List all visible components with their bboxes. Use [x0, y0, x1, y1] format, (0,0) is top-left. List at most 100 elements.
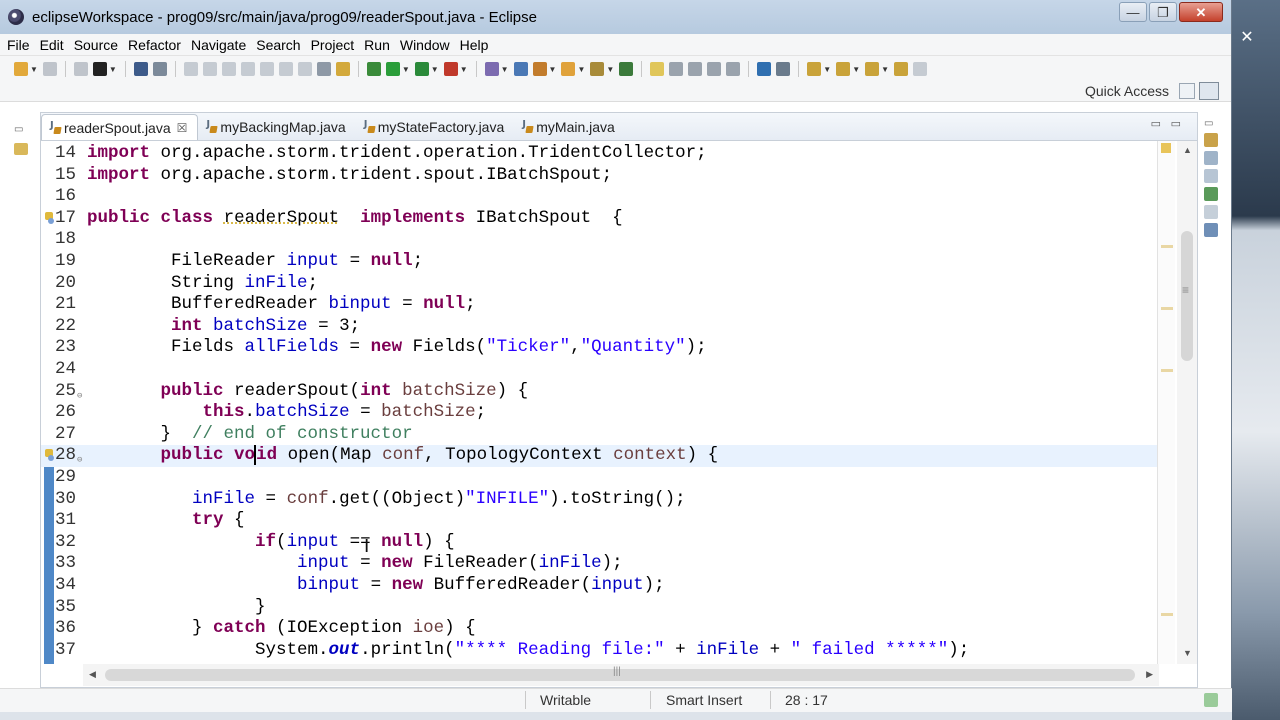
warning-indicator-icon[interactable]	[1161, 143, 1171, 153]
code-line[interactable]: 31 try {	[41, 510, 1159, 532]
show-whitespace-icon[interactable]	[688, 62, 703, 76]
last-edit-icon[interactable]	[865, 62, 880, 76]
code-line[interactable]: 24	[41, 359, 1159, 381]
step-return-icon[interactable]	[297, 62, 312, 76]
step-over-icon[interactable]	[278, 62, 293, 76]
drop-to-frame-icon[interactable]	[316, 62, 331, 76]
code-line[interactable]: 16	[41, 186, 1159, 208]
terminal-icon[interactable]	[133, 62, 148, 76]
vertical-scrollbar[interactable]: ▲ ▼	[1177, 141, 1197, 664]
skip-breakpoints-icon[interactable]	[152, 62, 167, 76]
open-perspective-icon[interactable]	[1179, 83, 1195, 99]
menu-source[interactable]: Source	[74, 37, 118, 53]
resume-icon[interactable]	[183, 62, 198, 76]
code-line[interactable]: 25 ⊖ public readerSpout(int batchSize) {	[41, 381, 1159, 403]
close-button[interactable]: ✕	[1179, 2, 1223, 22]
terminate-icon[interactable]	[221, 62, 236, 76]
chevron-down-icon[interactable]: ▼	[431, 65, 439, 74]
tab-readerspout[interactable]: readerSpout.java ☒	[41, 114, 199, 140]
github-icon[interactable]	[92, 62, 107, 76]
minimize-editor-icon[interactable]: ▭	[1151, 117, 1161, 130]
forward-icon[interactable]	[913, 62, 928, 76]
new-icon[interactable]	[14, 62, 28, 76]
console-icon[interactable]	[1204, 223, 1218, 237]
chevron-down-icon[interactable]: ▼	[109, 65, 117, 74]
globe-icon[interactable]	[757, 62, 772, 76]
chevron-down-icon[interactable]: ▼	[823, 65, 831, 74]
horizontal-scroll-thumb[interactable]	[105, 666, 1135, 681]
outline-icon[interactable]	[1204, 133, 1218, 147]
restore-icon[interactable]: ▭	[1204, 118, 1222, 129]
menu-window[interactable]: Window	[400, 37, 450, 53]
maximize-button[interactable]: ❐	[1149, 2, 1177, 22]
code-line[interactable]: 23 Fields allFields = new Fields("Ticker…	[41, 337, 1159, 359]
code-line[interactable]: 36 } catch (IOException ioe) {	[41, 618, 1159, 640]
chevron-down-icon[interactable]: ▼	[460, 65, 468, 74]
menu-help[interactable]: Help	[460, 37, 489, 53]
external-tools-icon[interactable]	[443, 62, 458, 76]
code-line[interactable]: 19 FileReader input = null;	[41, 251, 1159, 273]
task-list-icon[interactable]	[1204, 151, 1218, 165]
background-window-close-icon[interactable]: ✕	[1236, 28, 1258, 48]
annotation-icon[interactable]	[619, 62, 634, 76]
quick-access-field[interactable]: Quick Access	[1085, 83, 1169, 101]
progress-icon[interactable]	[1204, 693, 1218, 707]
package-explorer-icon[interactable]	[14, 143, 28, 155]
override-marker-icon[interactable]	[44, 211, 54, 224]
scroll-down-icon[interactable]: ▼	[1183, 648, 1192, 658]
java-perspective-icon[interactable]	[1199, 82, 1219, 100]
code-line[interactable]: 22 int batchSize = 3;	[41, 316, 1159, 338]
coverage-icon[interactable]	[414, 62, 429, 76]
code-line[interactable]: 35 }	[41, 597, 1159, 619]
chevron-down-icon[interactable]: ▼	[606, 65, 614, 74]
menu-search[interactable]: Search	[256, 37, 300, 53]
toggle-block-selection-icon[interactable]	[669, 62, 684, 76]
code-line[interactable]: 28 ⊖ public void open(Map conf, TopologyC…	[41, 445, 1159, 467]
code-line[interactable]: 14 import org.apache.storm.trident.operat…	[41, 143, 1159, 165]
next-annotation-icon[interactable]	[807, 62, 822, 76]
horizontal-scrollbar[interactable]: ◀ ▶	[83, 664, 1159, 686]
pilcrow-icon[interactable]	[726, 62, 741, 76]
hierarchy-icon[interactable]	[1204, 169, 1218, 183]
chevron-down-icon[interactable]: ▼	[852, 65, 860, 74]
step-into-icon[interactable]	[259, 62, 274, 76]
run-icon[interactable]	[385, 62, 400, 76]
new-java-project-icon[interactable]	[484, 62, 499, 76]
chevron-down-icon[interactable]: ▼	[549, 65, 557, 74]
chevron-down-icon[interactable]: ▼	[577, 65, 585, 74]
prev-annotation-icon[interactable]	[836, 62, 851, 76]
problems-icon[interactable]	[1204, 187, 1218, 201]
code-line[interactable]: 32 if(input == null) {	[41, 532, 1159, 554]
open-task-icon[interactable]	[561, 62, 576, 76]
vertical-scroll-thumb[interactable]	[1181, 231, 1193, 361]
menu-refactor[interactable]: Refactor	[128, 37, 181, 53]
chevron-down-icon[interactable]: ▼	[501, 65, 509, 74]
maximize-editor-icon[interactable]: ▭	[1171, 117, 1181, 130]
code-line[interactable]: 26 this.batchSize = batchSize;	[41, 402, 1159, 424]
code-editor[interactable]: 14 import org.apache.storm.trident.operat…	[41, 141, 1159, 664]
minimize-button[interactable]: —	[1119, 2, 1147, 22]
scroll-right-icon[interactable]: ▶	[1146, 669, 1153, 680]
menu-navigate[interactable]: Navigate	[191, 37, 246, 53]
show-javadoc-icon[interactable]	[707, 62, 722, 76]
menu-edit[interactable]: Edit	[40, 37, 64, 53]
use-step-filters-icon[interactable]	[335, 62, 350, 76]
menu-file[interactable]: File	[7, 37, 30, 53]
menu-run[interactable]: Run	[364, 37, 390, 53]
code-line[interactable]: 30 inFile = conf.get((Object)"INFILE").t…	[41, 489, 1159, 511]
restore-icon[interactable]: ▭	[14, 124, 32, 135]
save-all-icon[interactable]	[73, 62, 88, 76]
scroll-up-icon[interactable]: ▲	[1183, 145, 1192, 155]
tab-mymain[interactable]: myMain.java	[514, 114, 625, 140]
disconnect-icon[interactable]	[240, 62, 255, 76]
code-line[interactable]: 20 String inFile;	[41, 273, 1159, 295]
code-line[interactable]: 29	[41, 467, 1159, 489]
search-icon[interactable]	[590, 62, 605, 76]
code-line[interactable]: 34 binput = new BufferedReader(input);	[41, 575, 1159, 597]
new-package-icon[interactable]	[513, 62, 528, 76]
suspend-icon[interactable]	[202, 62, 217, 76]
save-icon[interactable]	[42, 62, 57, 76]
open-type-icon[interactable]	[532, 62, 547, 76]
scroll-left-icon[interactable]: ◀	[89, 669, 96, 680]
close-tab-icon[interactable]: ☒	[177, 121, 188, 135]
